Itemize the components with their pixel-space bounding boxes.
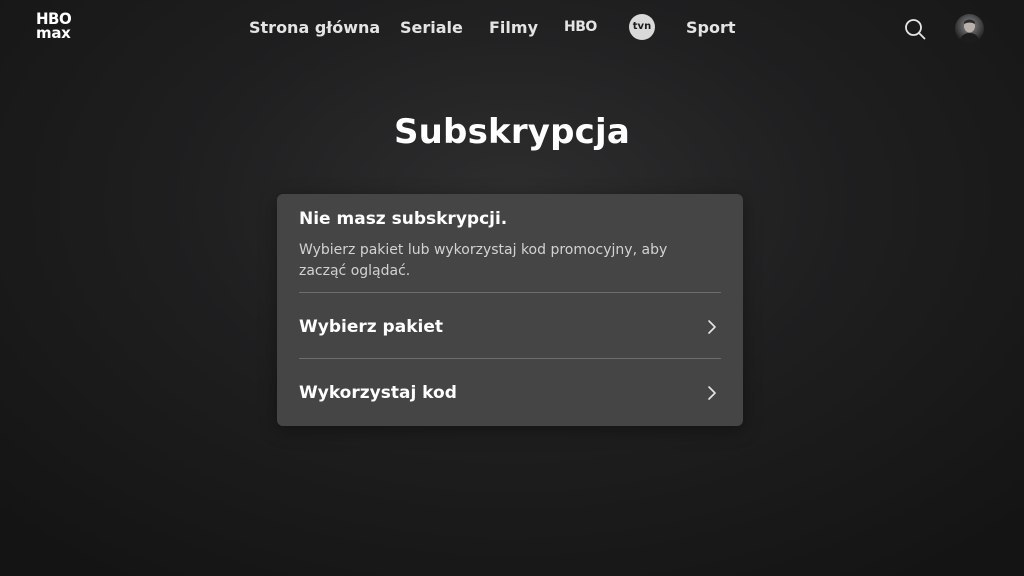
nav-item-home[interactable]: Strona główna <box>249 18 380 37</box>
subscription-card: Nie masz subskrypcji. Wybierz pakiet lub… <box>277 194 743 426</box>
search-icon[interactable] <box>904 18 926 40</box>
page-title: Subskrypcja <box>393 112 631 152</box>
nav-item-sport[interactable]: Sport <box>686 18 736 37</box>
choose-plan-option[interactable]: Wybierz pakiet <box>299 309 721 343</box>
chevron-right-icon <box>705 319 719 335</box>
nav-item-series[interactable]: Seriale <box>400 18 463 37</box>
divider <box>299 358 721 359</box>
nav-item-hbo[interactable]: HBO <box>564 19 597 35</box>
main-nav: Strona główna Seriale Filmy HBO tvn Spor… <box>0 0 1024 56</box>
choose-plan-label: Wybierz pakiet <box>299 317 443 337</box>
redeem-code-option[interactable]: Wykorzystaj kod <box>299 375 721 409</box>
nav-item-tvn[interactable]: tvn <box>629 14 655 40</box>
divider <box>299 292 721 293</box>
profile-avatar[interactable] <box>955 14 984 43</box>
top-bar: HBO max Strona główna Seriale Filmy HBO … <box>0 0 1024 56</box>
nav-item-movies[interactable]: Filmy <box>489 18 538 37</box>
chevron-right-icon <box>705 385 719 401</box>
redeem-code-label: Wykorzystaj kod <box>299 383 457 403</box>
card-heading: Nie masz subskrypcji. <box>299 209 508 229</box>
card-description: Wybierz pakiet lub wykorzystaj kod promo… <box>299 242 668 279</box>
